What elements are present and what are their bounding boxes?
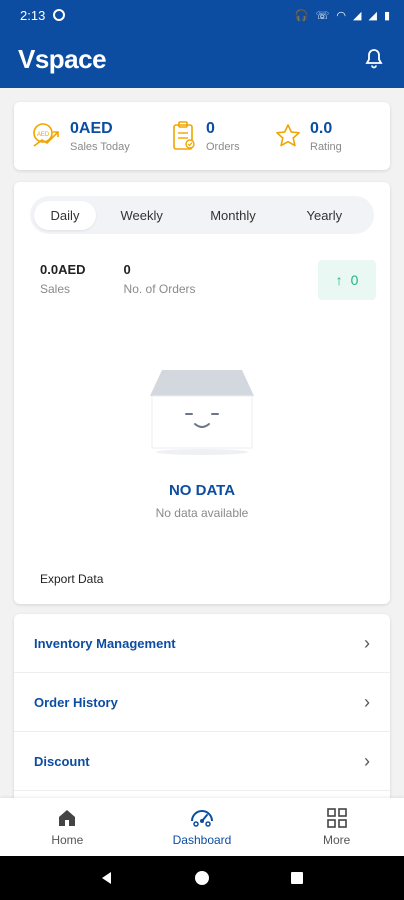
system-navigation-bar bbox=[0, 856, 404, 900]
orders-value: 0 bbox=[206, 119, 215, 137]
tab-monthly[interactable]: Monthly bbox=[187, 201, 278, 230]
empty-box-illustration bbox=[150, 370, 254, 455]
headset-icon: 🎧 bbox=[294, 9, 309, 22]
period-tabs: Daily Weekly Monthly Yearly bbox=[30, 196, 374, 234]
stats-card: AED 0AED Sales Today 0 Orders 0.0 Rating bbox=[14, 102, 390, 170]
menu-item-inventory[interactable]: Inventory Management › bbox=[14, 614, 390, 673]
nav-more-label: More bbox=[323, 833, 351, 847]
tab-daily[interactable]: Daily bbox=[34, 200, 96, 230]
nav-dashboard[interactable]: Dashboard bbox=[135, 807, 270, 847]
menu-item-discount[interactable]: Discount › bbox=[14, 732, 390, 791]
clipboard-icon bbox=[173, 121, 195, 150]
sales-today-label: Sales Today bbox=[70, 140, 130, 153]
chevron-right-icon: › bbox=[364, 632, 370, 653]
stat-orders: 0 Orders bbox=[170, 120, 240, 153]
recents-icon[interactable] bbox=[289, 870, 305, 886]
bottom-navigation: Home Dashboard More bbox=[0, 798, 404, 856]
period-sales-value: 0.0AED bbox=[40, 262, 86, 277]
trend-value: 0 bbox=[350, 272, 359, 288]
dashboard-icon bbox=[191, 810, 213, 827]
bell-icon[interactable] bbox=[362, 47, 386, 71]
period-sales-label: Sales bbox=[40, 282, 71, 296]
no-data-title: NO DATA bbox=[168, 482, 236, 499]
battery-icon: ▮ bbox=[383, 9, 390, 22]
rating-label: Rating bbox=[310, 140, 342, 153]
svg-text:AED: AED bbox=[37, 132, 50, 138]
trend-badge: ↑ 0 bbox=[318, 260, 376, 300]
wifi-icon: ◠ bbox=[336, 9, 346, 22]
period-orders-value: 0 bbox=[123, 262, 131, 277]
menu-item-order-history[interactable]: Order History › bbox=[14, 673, 390, 732]
status-icons: 🎧 ☏ ◠ ◢ ◢ ▮ bbox=[295, 9, 390, 22]
chevron-right-icon: › bbox=[364, 750, 370, 771]
period-orders-label: No. of Orders bbox=[123, 282, 196, 296]
back-icon[interactable] bbox=[99, 870, 115, 886]
nav-dashboard-label: Dashboard bbox=[172, 833, 232, 847]
stat-sales-today: AED 0AED Sales Today bbox=[30, 120, 130, 153]
period-summary: 0.0AED Sales 0 No. of Orders bbox=[40, 262, 196, 296]
status-time: 2:13 bbox=[20, 7, 46, 23]
sales-icon: AED bbox=[33, 123, 59, 147]
menu-item-label: Inventory Management bbox=[34, 635, 176, 651]
status-bar: 2:13 🎧 ☏ ◠ ◢ ◢ ▮ bbox=[0, 0, 404, 30]
signal-icon-2: ◢ bbox=[368, 9, 377, 22]
menu-list: Inventory Management › Order History › D… bbox=[14, 614, 390, 814]
app-notification-icon bbox=[53, 9, 66, 21]
grid-icon bbox=[326, 808, 347, 828]
arrow-up-icon: ↑ bbox=[335, 272, 343, 288]
nav-home-label: Home bbox=[51, 833, 84, 847]
sales-chart-card: Daily Weekly Monthly Yearly 0.0AED Sales… bbox=[14, 182, 390, 604]
stat-rating: 0.0 Rating bbox=[274, 120, 342, 153]
orders-label: Orders bbox=[206, 140, 240, 153]
nav-more[interactable]: More bbox=[269, 807, 404, 847]
tab-weekly[interactable]: Weekly bbox=[96, 201, 187, 230]
signal-icon: ◢ bbox=[353, 9, 362, 22]
export-data-link[interactable]: Export Data bbox=[40, 572, 103, 586]
sales-today-value: 0AED bbox=[70, 119, 113, 137]
menu-item-label: Discount bbox=[34, 753, 90, 769]
star-icon bbox=[276, 124, 300, 147]
app-logo: Vspace bbox=[18, 43, 107, 74]
home-circle-icon[interactable] bbox=[194, 870, 210, 886]
chevron-right-icon: › bbox=[364, 691, 370, 712]
rating-value: 0.0 bbox=[310, 119, 333, 137]
menu-item-label: Order History bbox=[34, 694, 118, 710]
tab-yearly[interactable]: Yearly bbox=[279, 201, 370, 230]
no-data-subtitle: No data available bbox=[155, 506, 249, 520]
nav-home[interactable]: Home bbox=[0, 807, 135, 847]
app-bar: Vspace bbox=[0, 30, 404, 88]
call-icon: ☏ bbox=[315, 9, 330, 22]
home-icon bbox=[59, 810, 76, 826]
